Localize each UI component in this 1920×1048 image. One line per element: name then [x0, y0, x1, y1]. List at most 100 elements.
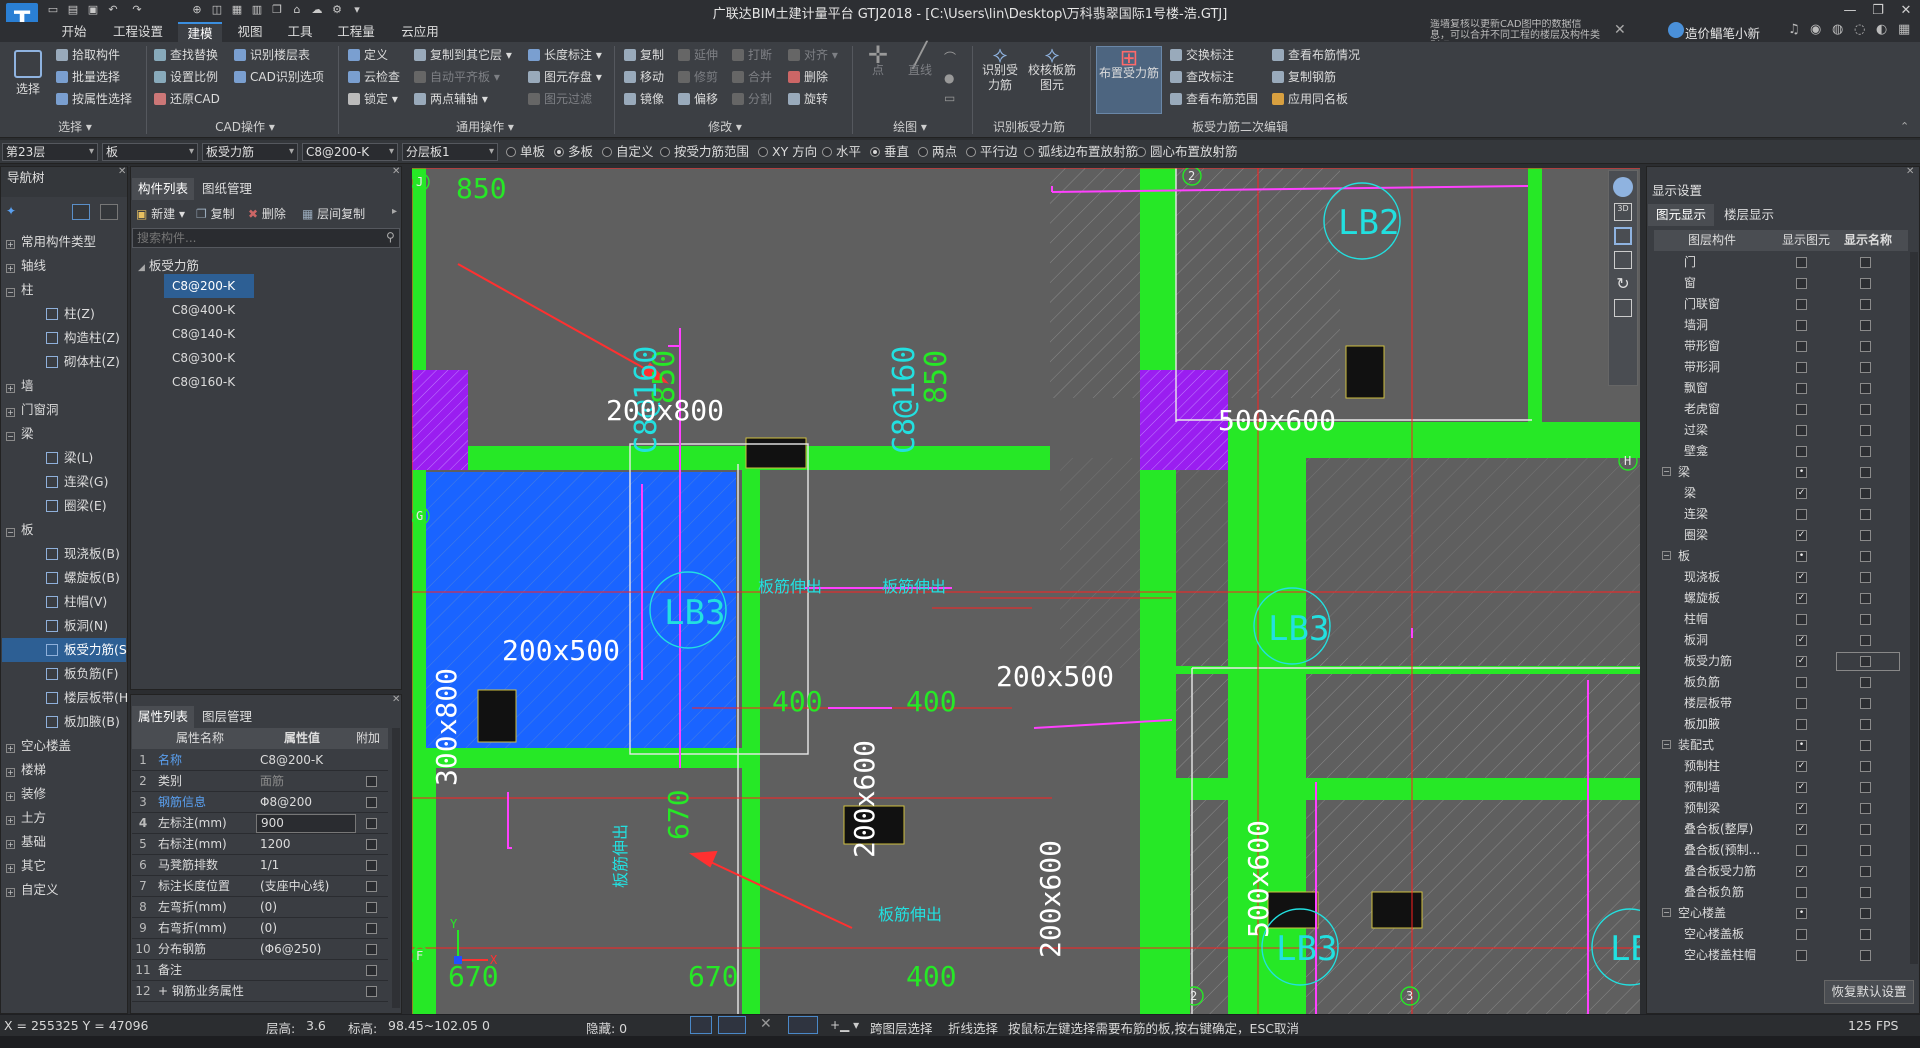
layer-row[interactable]: 叠合板(整厚)	[1654, 819, 1908, 840]
extra-checkbox[interactable]	[366, 818, 377, 829]
tree-view-icon[interactable]	[72, 204, 90, 220]
nav-item[interactable]: + 土方	[2, 806, 126, 830]
show-name-checkbox[interactable]	[1860, 845, 1871, 856]
new-component-button[interactable]: ▣ 新建 ▾	[136, 204, 185, 224]
property-value[interactable]: 面筋	[256, 771, 356, 792]
tab-modeling[interactable]: 建模	[178, 22, 222, 42]
component-close-icon[interactable]: ✕	[392, 166, 400, 177]
info-icon[interactable]: ◌	[1854, 22, 1865, 37]
layer-row[interactable]: 窗	[1654, 273, 1908, 294]
tab-element-display[interactable]: 图元显示	[1648, 204, 1714, 226]
show-name-checkbox[interactable]	[1860, 425, 1871, 436]
show-name-checkbox[interactable]	[1860, 866, 1871, 877]
nav-item[interactable]: 板负筋(F)	[2, 662, 126, 686]
component-item[interactable]: C8@200-K	[164, 274, 254, 298]
element-filter-button[interactable]: 图元过滤	[528, 90, 592, 108]
show-element-checkbox[interactable]	[1796, 887, 1807, 898]
tab-property-list[interactable]: 属性列表	[132, 706, 194, 728]
properties-scrollbar[interactable]	[392, 728, 400, 1008]
collapse-icon[interactable]: −	[1662, 908, 1671, 917]
extend-button[interactable]: 延伸	[678, 46, 718, 64]
radio-vertical[interactable]: 垂直	[870, 143, 909, 161]
copy-rebar-button[interactable]: 复制钢筋	[1272, 68, 1336, 86]
save-icon[interactable]: ▣	[86, 3, 100, 17]
component-search-input[interactable]	[132, 228, 400, 248]
print-icon[interactable]: ▥	[250, 3, 264, 17]
nav-item[interactable]: 圈梁(E)	[2, 494, 126, 518]
show-element-checkbox[interactable]	[1796, 572, 1807, 583]
show-name-checkbox[interactable]	[1860, 656, 1871, 667]
show-name-checkbox[interactable]	[1860, 635, 1871, 646]
show-name-checkbox[interactable]	[1860, 551, 1871, 562]
show-element-checkbox[interactable]	[1796, 761, 1807, 772]
grid-view-icon[interactable]	[1614, 299, 1632, 317]
extra-checkbox[interactable]	[366, 902, 377, 913]
layer-row[interactable]: 老虎窗	[1654, 399, 1908, 420]
layer-row[interactable]: 板负筋	[1654, 672, 1908, 693]
property-value[interactable]: (0)	[256, 918, 356, 939]
ortho-button[interactable]	[718, 1016, 746, 1034]
tab-component-list[interactable]: 构件列表	[132, 178, 194, 200]
radio-custom[interactable]: 自定义	[602, 143, 654, 161]
show-element-checkbox[interactable]	[1796, 488, 1807, 499]
nav-item[interactable]: − 板	[2, 518, 126, 542]
layer-row[interactable]: − 空心楼盖	[1654, 903, 1908, 924]
show-name-checkbox[interactable]	[1860, 698, 1871, 709]
open-icon[interactable]: ▤	[66, 3, 80, 17]
cloud-icon[interactable]: ☁	[310, 3, 324, 17]
account-icon[interactable]: ◐	[1876, 22, 1887, 37]
show-element-checkbox[interactable]	[1796, 509, 1807, 520]
tab-start[interactable]: 开始	[52, 22, 96, 42]
close-icon[interactable]: ✕	[1892, 0, 1920, 22]
copy-between-floors-button[interactable]: ▦ 层间复制	[302, 204, 365, 224]
show-element-checkbox[interactable]	[1796, 698, 1807, 709]
show-element-checkbox[interactable]	[1796, 677, 1807, 688]
redo-icon[interactable]: ↷	[130, 3, 144, 17]
copy-to-floor-button[interactable]: 复制到其它层 ▾	[414, 46, 512, 64]
break-button[interactable]: 打断	[732, 46, 772, 64]
layer-row[interactable]: 连梁	[1654, 504, 1908, 525]
show-element-checkbox[interactable]	[1796, 362, 1807, 373]
radio-single-slab[interactable]: 单板	[506, 143, 545, 161]
trim-button[interactable]: 修剪	[678, 68, 718, 86]
display-scrollbar[interactable]	[1910, 252, 1918, 964]
tab-view[interactable]: 视图	[228, 22, 272, 42]
nav-item[interactable]: 梁(L)	[2, 446, 126, 470]
show-name-checkbox[interactable]	[1860, 803, 1871, 814]
expand-icon[interactable]: +	[6, 864, 15, 873]
extra-checkbox[interactable]	[366, 797, 377, 808]
layer-row[interactable]: 叠合板(预制...	[1654, 840, 1908, 861]
batch-select-button[interactable]: 批量选择	[56, 68, 120, 86]
chat-icon[interactable]: ◉	[1810, 22, 1821, 37]
tab-drawing-management[interactable]: 图纸管理	[196, 178, 258, 200]
recognize-rebar-button[interactable]: ⟡ 识别受力筋	[980, 45, 1020, 93]
collapse-icon[interactable]: −	[1662, 551, 1671, 560]
auto-level-slab-button[interactable]: 自动平齐板 ▾	[414, 68, 500, 86]
define-button[interactable]: 定义	[348, 46, 388, 64]
property-row[interactable]: 7 标注长度位置 (支座中心线)	[132, 876, 388, 897]
show-name-checkbox[interactable]	[1860, 467, 1871, 478]
cad-options-button[interactable]: CAD识别选项	[234, 68, 324, 86]
collapse-icon[interactable]: −	[6, 288, 15, 297]
extra-checkbox[interactable]	[366, 881, 377, 892]
nav-item[interactable]: + 墙	[2, 374, 126, 398]
layer-row[interactable]: 预制柱	[1654, 756, 1908, 777]
point-button[interactable]: ✛ 点	[860, 43, 896, 78]
expand-icon[interactable]: +	[6, 792, 15, 801]
property-value[interactable]: 900	[256, 814, 356, 833]
3d-view-icon[interactable]: 3D	[1614, 203, 1632, 221]
expand-icon[interactable]: +	[6, 744, 15, 753]
rotate-view-icon[interactable]: ↻	[1614, 275, 1632, 293]
nav-item[interactable]: + 基础	[2, 830, 126, 854]
layer-row[interactable]: 现浇板	[1654, 567, 1908, 588]
more-icon[interactable]: ▸	[392, 206, 397, 217]
property-row[interactable]: 3 钢筋信息 Φ8@200	[132, 792, 388, 813]
nav-item[interactable]: + 其它	[2, 854, 126, 878]
show-element-checkbox[interactable]	[1796, 341, 1807, 352]
show-element-checkbox[interactable]	[1796, 635, 1807, 646]
swap-label-button[interactable]: 交换标注	[1170, 46, 1234, 64]
layer-row[interactable]: 空心楼盖板	[1654, 924, 1908, 945]
delete-button[interactable]: 删除	[788, 68, 828, 86]
radio-horizontal[interactable]: 水平	[822, 143, 861, 161]
dropdown-icon[interactable]: ▾	[350, 3, 364, 17]
